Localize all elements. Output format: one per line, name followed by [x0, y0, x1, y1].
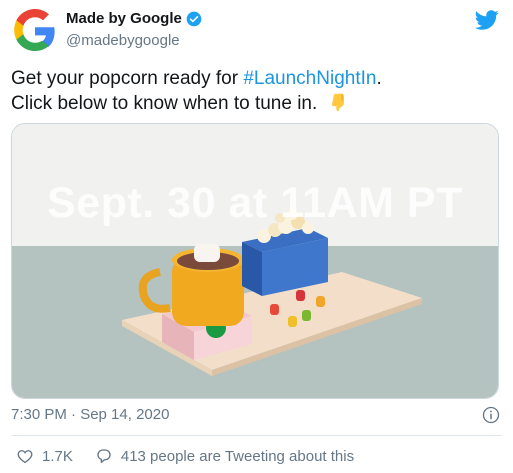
pointing-down-hand-icon — [331, 93, 344, 112]
tweeting-count-text: 413 people are Tweeting about this — [120, 447, 355, 465]
tweet-text-line2: Click below to know when to tune in. — [11, 93, 318, 114]
author-name[interactable]: Made by Google — [66, 10, 182, 27]
speech-bubble-icon — [97, 449, 111, 464]
author-name-row[interactable]: Made by Google — [66, 10, 202, 27]
tweet-text-line1-prefix: Get your popcorn ready for — [11, 68, 244, 89]
media-title-text: Sept. 30 at 11AM PT — [47, 179, 463, 227]
info-icon[interactable] — [481, 405, 501, 425]
tweet-text: Get your popcorn ready for #LaunchNightI… — [11, 66, 501, 116]
hashtag-link[interactable]: #LaunchNightIn — [243, 68, 376, 89]
tweet-text-line1-suffix: . — [376, 68, 382, 89]
like-count: 1.7K — [42, 447, 73, 465]
heart-icon — [17, 450, 33, 464]
embedded-tweet: Made by Google @madebygoogle Get your po… — [0, 0, 513, 473]
media-image-card[interactable]: Sept. 30 at 11AM PT — [11, 123, 499, 399]
twitter-bird-icon[interactable] — [475, 8, 499, 32]
verified-badge-icon — [186, 11, 202, 26]
launch-night-illustration — [12, 124, 498, 398]
google-logo-avatar[interactable] — [11, 7, 59, 55]
divider — [11, 435, 502, 436]
tweet-timestamp[interactable]: 7:30 PM · Sep 14, 2020 — [11, 406, 169, 423]
like-action[interactable]: 1.7K — [16, 447, 73, 465]
tweeting-about-action[interactable]: 413 people are Tweeting about this — [95, 447, 354, 465]
tweet-actions: 1.7K 413 people are Tweeting about this — [16, 447, 376, 465]
author-handle[interactable]: @madebygoogle — [66, 32, 180, 49]
